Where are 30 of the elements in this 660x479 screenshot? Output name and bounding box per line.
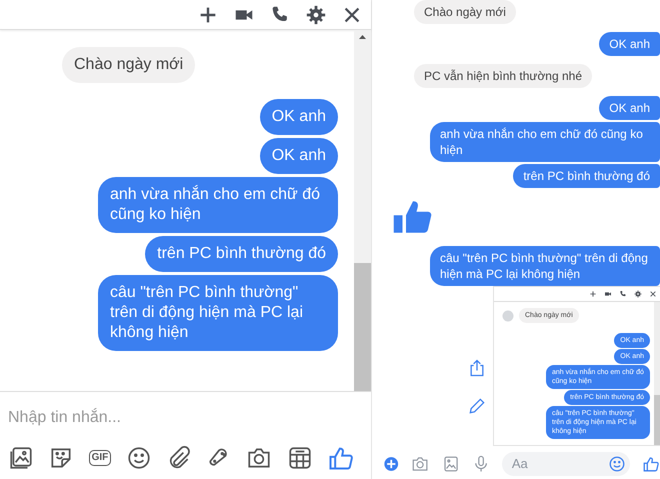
image-icon[interactable] [8,445,34,471]
video-camera-icon [604,290,612,298]
close-icon [649,290,657,298]
pencil-icon[interactable] [467,396,487,416]
message-bubble: trên PC bình thường đó [513,164,660,188]
avatar-icon [502,310,514,322]
phone-icon [619,290,627,298]
scrollbar-thumb[interactable] [354,263,371,391]
message-bubble: anh vừa nhắn cho em chữ đó cũng ko hiện [430,122,660,162]
table-icon[interactable] [286,445,313,471]
message-bubble: OK anh [599,96,660,120]
add-icon[interactable] [383,454,400,474]
emoji-icon[interactable] [126,445,152,471]
message-bubble: OK anh [260,138,338,174]
message-bubble: OK anh [599,32,660,56]
gif-button[interactable]: GIF [88,450,112,466]
message-bubble: OK anh [260,99,338,135]
message-bubble: PC vẫn hiện bình thường nhé [414,64,592,88]
emoji-icon[interactable] [608,455,626,473]
message-bubble: câu "trên PC bình thường" trên di động hiện mà PC lại không hiện [98,275,338,351]
message-field[interactable]: Aa [502,452,630,476]
message-bubble: Chào ngày mới [62,47,196,83]
message-bubble: anh vừa nhắn cho em chữ đó cũng ko hiện [98,177,338,233]
scrollbar-thumb [654,395,660,445]
settings-icon[interactable] [305,4,327,26]
message-bubble: câu "trên PC bình thường" trên di động hiện mà PC lại không hiện [430,246,660,286]
settings-icon [634,290,642,298]
add-icon [589,290,597,298]
message-bubble: Chào ngày mới [414,0,516,24]
message-bubble: trên PC bình thường đó [145,236,338,272]
